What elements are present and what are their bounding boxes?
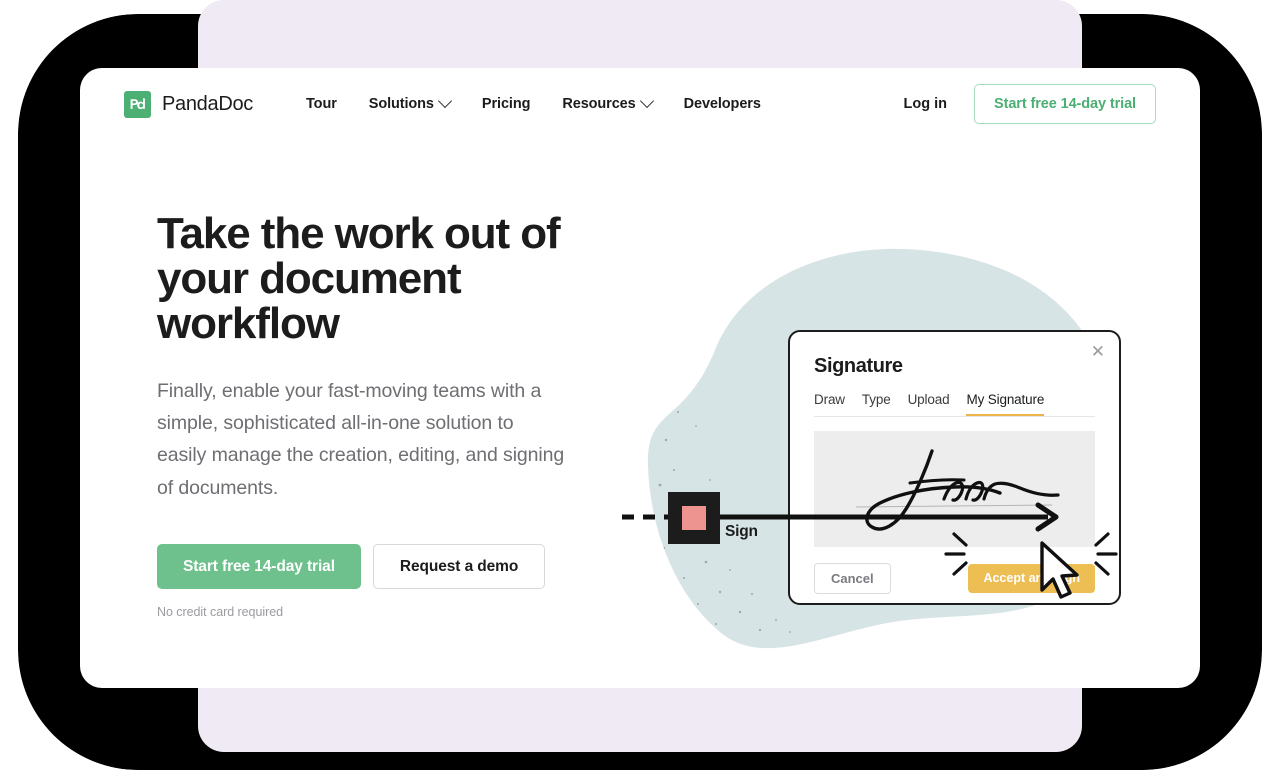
nav-item-label: Developers <box>683 96 761 112</box>
nav-item-label: Solutions <box>368 96 434 112</box>
tab-my-signature[interactable]: My Signature <box>966 392 1044 416</box>
brand-name: PandaDoc <box>162 92 253 115</box>
hero-title: Take the work out of your document workf… <box>157 209 561 348</box>
nav-item-developers[interactable]: Developers <box>684 96 761 112</box>
nav-item-label: Pricing <box>481 96 531 112</box>
nav-item-resources[interactable]: Resources <box>562 93 654 112</box>
main-white-card: PandaDoc Tour Solutions Pricing Resource… <box>80 68 1200 688</box>
pandadoc-pd-logo-icon <box>124 90 151 118</box>
hero-start-trial-button[interactable]: Start free 14-day trial <box>157 544 361 590</box>
hero-no-credit-card-note: No credit card required <box>157 605 283 620</box>
nav-item-label: Tour <box>306 96 337 112</box>
nav-item-solutions[interactable]: Solutions <box>368 93 452 112</box>
chevron-down-icon <box>437 93 452 109</box>
brand-logo-link[interactable]: PandaDoc <box>124 90 253 118</box>
hero-action-buttons: Start free 14-day trial Request a demo <box>157 544 587 590</box>
hero-section: Take the work out of your document workf… <box>80 140 1200 688</box>
signature-modal-title: Signature <box>814 355 903 377</box>
nav-item-tour[interactable]: Tour <box>306 96 337 112</box>
signature-modal-tabs: Draw Type Upload My Signature <box>814 392 1095 417</box>
main-navigation: Tour Solutions Pricing Resources Develop… <box>306 93 761 112</box>
hero-copy: Take the work out of your document workf… <box>157 209 587 620</box>
nav-item-label: Resources <box>562 96 636 112</box>
header-actions: Log in Start free 14-day trial <box>904 84 1156 124</box>
hero-subtitle: Finally, enable your fast-moving teams w… <box>157 379 565 499</box>
tab-upload[interactable]: Upload <box>908 392 950 416</box>
screenshot-stage: PandaDoc Tour Solutions Pricing Resource… <box>0 0 1280 784</box>
hero-request-demo-button[interactable]: Request a demo <box>372 544 546 590</box>
site-header: PandaDoc Tour Solutions Pricing Resource… <box>80 68 1200 140</box>
header-start-trial-button[interactable]: Start free 14-day trial <box>974 84 1156 124</box>
tab-draw[interactable]: Draw <box>814 392 845 416</box>
hero-illustration: ✕ Signature Draw Type Upload My Signatur… <box>620 180 1160 680</box>
nav-item-pricing[interactable]: Pricing <box>481 96 531 112</box>
login-link[interactable]: Log in <box>904 96 948 112</box>
close-icon[interactable]: ✕ <box>1091 343 1105 360</box>
chevron-down-icon <box>639 93 654 109</box>
sign-step-label: Sign <box>725 523 758 540</box>
accept-and-sign-button[interactable]: Accept and sign <box>968 564 1095 593</box>
tab-type[interactable]: Type <box>862 392 891 416</box>
